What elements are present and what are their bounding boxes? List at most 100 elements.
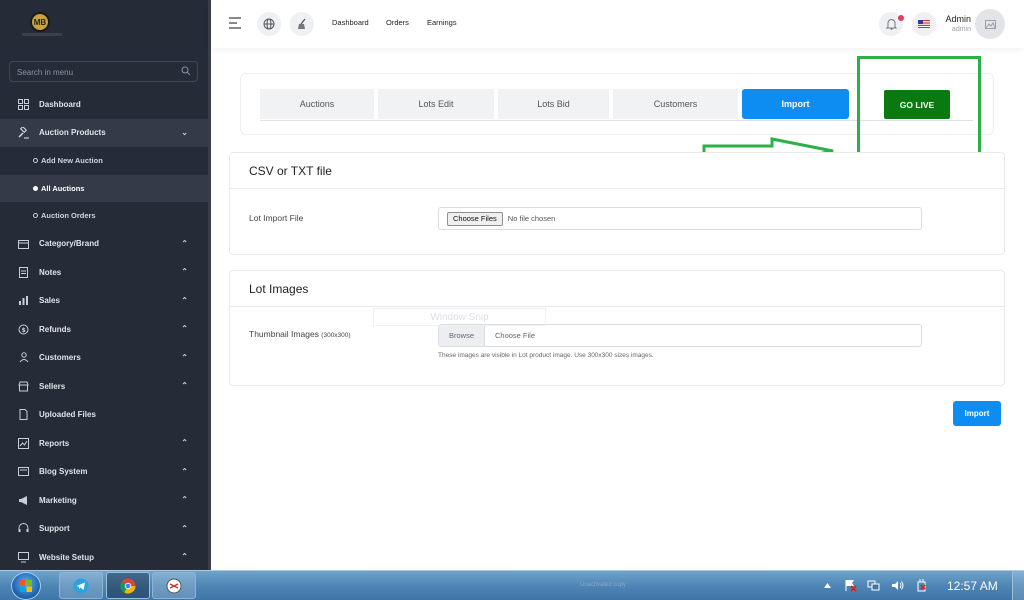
megaphone-icon [17,494,30,507]
sidebar-item-label: Auction Products [39,128,106,138]
sidebar-item-label: Customers [39,353,81,363]
import-button[interactable]: Import [953,401,1001,426]
sidebar-subitem-label: All Auctions [41,183,85,193]
notifications-button[interactable] [879,12,904,36]
sidebar-item-website-setup[interactable]: Website Setup ⌃ [0,543,208,570]
brand-logo[interactable]: MB [30,12,50,32]
sidebar-item-sales[interactable]: Sales ⌃ [0,287,208,316]
notes-icon [17,266,30,279]
lot-images-panel: Lot Images Thumbnail Images (300x300) Br… [229,270,1005,386]
gavel-icon [17,126,30,139]
sidebar-item-dashboard[interactable]: Dashboard [0,90,208,119]
blog-icon [17,465,30,478]
thumbnail-label-text: Thumbnail Images [249,329,319,339]
search-input[interactable] [10,63,170,82]
sidebar-item-uploaded-files[interactable]: Uploaded Files [0,401,208,430]
tab-customers[interactable]: Customers [613,89,738,119]
volume-icon[interactable] [891,579,904,592]
sidebar-item-auction-products[interactable]: Auction Products ⌄ [0,118,208,147]
notification-badge [898,15,904,21]
choose-file-placeholder: Choose File [495,331,536,340]
chevron-up-icon: ⌃ [181,238,188,248]
users-icon [17,351,30,364]
sidebar-subitem-auction-orders[interactable]: Auction Orders [0,202,208,230]
us-flag-icon [918,20,930,28]
broom-icon [298,18,306,29]
taskbar-chrome[interactable] [106,572,150,599]
bullet-icon [33,213,38,219]
action-center-icon[interactable] [844,579,857,592]
start-button[interactable] [6,571,46,600]
sidebar-item-notes[interactable]: Notes ⌃ [0,258,208,287]
sidebar-item-label: Reports [39,438,70,448]
tab-lots-edit[interactable]: Lots Edit [378,89,494,119]
bullet-icon [33,185,38,191]
thumbnail-images-input[interactable]: Browse Choose File [438,324,922,347]
network-icon[interactable] [867,579,880,592]
desktop-icon [17,551,30,564]
sidebar-item-label: Dashboard [39,99,81,109]
header-link-orders[interactable]: Orders [386,18,409,27]
top-header: Dashboard Orders Earnings Admin admin [211,0,1024,48]
chevron-up-icon: ⌃ [181,352,188,362]
sidebar-item-support[interactable]: Support ⌃ [0,515,208,544]
windows-taskbar: Unactivated copy 12:57 AM [0,570,1024,600]
taskbar-clock[interactable]: 12:57 AM [947,579,998,593]
language-button[interactable] [912,12,936,36]
file-icon [17,408,30,421]
taskbar-telegram[interactable] [59,572,103,599]
admin-role: admin [951,26,971,33]
tab-auctions[interactable]: Auctions [260,89,374,119]
sidebar-item-label: Sellers [39,381,66,391]
chevron-up-icon: ⌃ [181,552,188,561]
tab-import[interactable]: Import [742,89,849,119]
admin-name[interactable]: Admin [945,14,971,24]
sidebar-item-customers[interactable]: Customers ⌃ [0,344,208,373]
sidebar-item-marketing[interactable]: Marketing ⌃ [0,486,208,515]
sidebar-subitem-add-new-auction[interactable]: Add New Auction [0,147,208,175]
support-icon [17,522,30,535]
show-desktop-button[interactable] [1012,571,1024,600]
menu-toggle-icon[interactable] [229,17,243,29]
show-hidden-icons-icon[interactable] [821,579,834,592]
sidebar-item-label: Category/Brand [39,239,100,249]
chevron-up-icon: ⌃ [181,466,188,476]
svg-text:$: $ [22,327,26,334]
lot-import-file-label: Lot Import File [249,213,304,223]
sidebar-subitem-all-auctions[interactable]: All Auctions [0,174,208,202]
search-icon[interactable] [181,66,191,76]
sidebar-item-label: Uploaded Files [39,410,96,420]
sidebar-item-label: Marketing [39,495,77,505]
lot-import-file-input[interactable]: Choose Files No file chosen [438,207,922,230]
sidebar: MB Dashboard Auction Products ⌄ Add New … [0,0,208,570]
header-link-earnings[interactable]: Earnings [427,18,457,27]
chevron-down-icon: ⌄ [181,127,188,137]
logo-tagline [22,33,62,36]
clear-cache-button[interactable] [290,12,314,36]
browse-button[interactable]: Browse [439,325,485,346]
bell-icon [885,19,897,30]
help-text: These images are visible in Lot product … [438,352,654,359]
header-link-dashboard[interactable]: Dashboard [332,18,369,27]
sidebar-item-blog-system[interactable]: Blog System ⌃ [0,458,208,487]
taskbar-snipping-tool[interactable] [152,572,196,599]
avatar[interactable] [975,9,1005,39]
power-icon[interactable] [915,579,928,592]
sidebar-item-sellers[interactable]: Sellers ⌃ [0,372,208,401]
sidebar-item-reports[interactable]: Reports ⌃ [0,429,208,458]
sales-icon [17,294,30,307]
choose-files-button[interactable]: Choose Files [447,211,503,226]
sidebar-item-label: Support [39,524,70,534]
windows-logo-icon [11,572,41,600]
chevron-up-icon: ⌃ [181,523,188,533]
refund-icon: $ [17,323,30,336]
image-placeholder-icon [984,19,996,29]
tab-lots-bid[interactable]: Lots Bid [498,89,609,119]
globe-button[interactable] [257,12,281,36]
sidebar-scrollbar[interactable] [208,0,211,570]
chevron-up-icon: ⌃ [181,381,188,390]
sidebar-item-refunds[interactable]: $ Refunds ⌃ [0,315,208,344]
panel-title: Lot Images [230,271,1004,307]
chevron-up-icon: ⌃ [181,495,188,504]
sidebar-item-category-brand[interactable]: Category/Brand ⌃ [0,230,208,259]
